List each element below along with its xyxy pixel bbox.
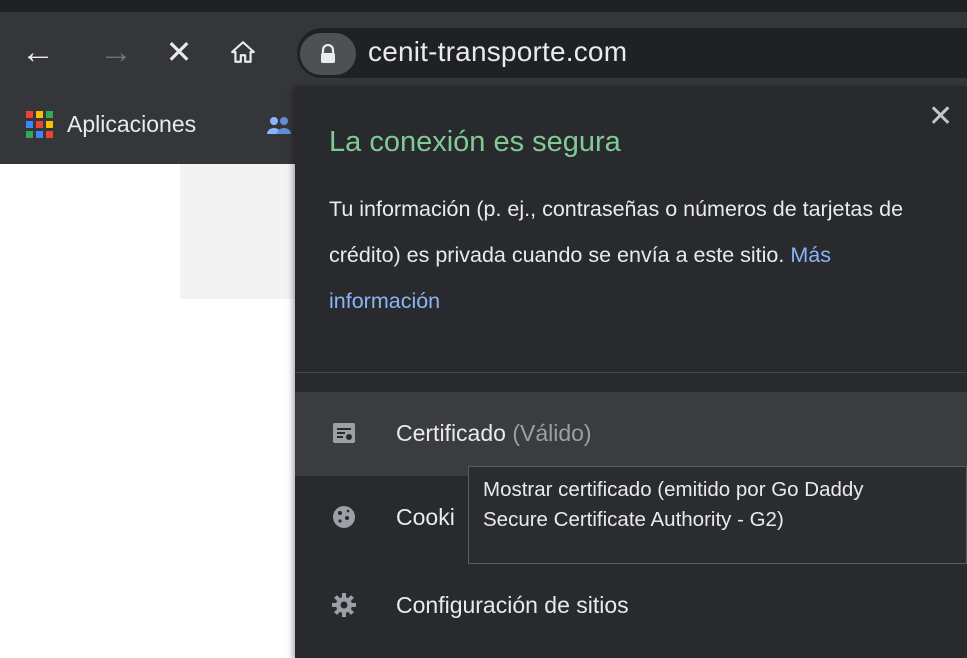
certificate-tooltip: Mostrar certificado (emitido por Go Dadd… <box>468 466 967 564</box>
site-info-button[interactable] <box>300 33 356 75</box>
cookies-label: Cooki <box>396 504 455 530</box>
popup-title: La conexión es segura <box>329 126 621 158</box>
tooltip-line-1: Mostrar certificado (emitido por Go Dadd… <box>483 478 864 501</box>
certificate-label: Certificado <box>396 420 506 446</box>
popup-close-button[interactable]: ✕ <box>928 102 953 132</box>
people-icon[interactable] <box>266 114 292 138</box>
certificate-row[interactable]: Certificado (Válido) <box>295 392 967 476</box>
tooltip-line-2: Secure Certificate Authority - G2) <box>483 508 784 531</box>
home-icon <box>231 41 255 63</box>
bookmark-apps-label: Aplicaciones <box>67 111 197 137</box>
url-text[interactable]: cenit-transporte.com <box>368 36 627 68</box>
popup-description: Tu información (p. ej., contraseñas o nú… <box>329 186 939 324</box>
bookmark-apps[interactable]: Aplicaciones <box>26 111 196 138</box>
forward-button[interactable]: → <box>96 32 136 72</box>
certificate-row-label: Certificado (Válido) <box>396 420 592 447</box>
forward-arrow-icon: → <box>99 33 133 71</box>
site-settings-label: Configuración de sitios <box>396 592 629 618</box>
home-button[interactable] <box>223 32 263 72</box>
certificate-icon <box>333 423 355 443</box>
cookie-icon <box>333 506 355 528</box>
back-arrow-icon: ← <box>21 33 55 71</box>
apps-grid-icon <box>26 111 53 138</box>
certificate-status: (Válido) <box>512 420 592 446</box>
lock-icon <box>321 44 335 63</box>
popup-divider <box>295 372 967 373</box>
page-banner-fragment <box>180 164 297 299</box>
tab-strip-edge <box>0 0 967 12</box>
back-button[interactable]: ← <box>18 32 58 72</box>
stop-button[interactable]: ✕ <box>159 32 199 72</box>
gear-icon <box>332 593 356 617</box>
site-settings-row[interactable]: Configuración de sitios <box>295 564 967 648</box>
close-icon: ✕ <box>928 100 954 133</box>
close-icon: ✕ <box>165 34 193 70</box>
